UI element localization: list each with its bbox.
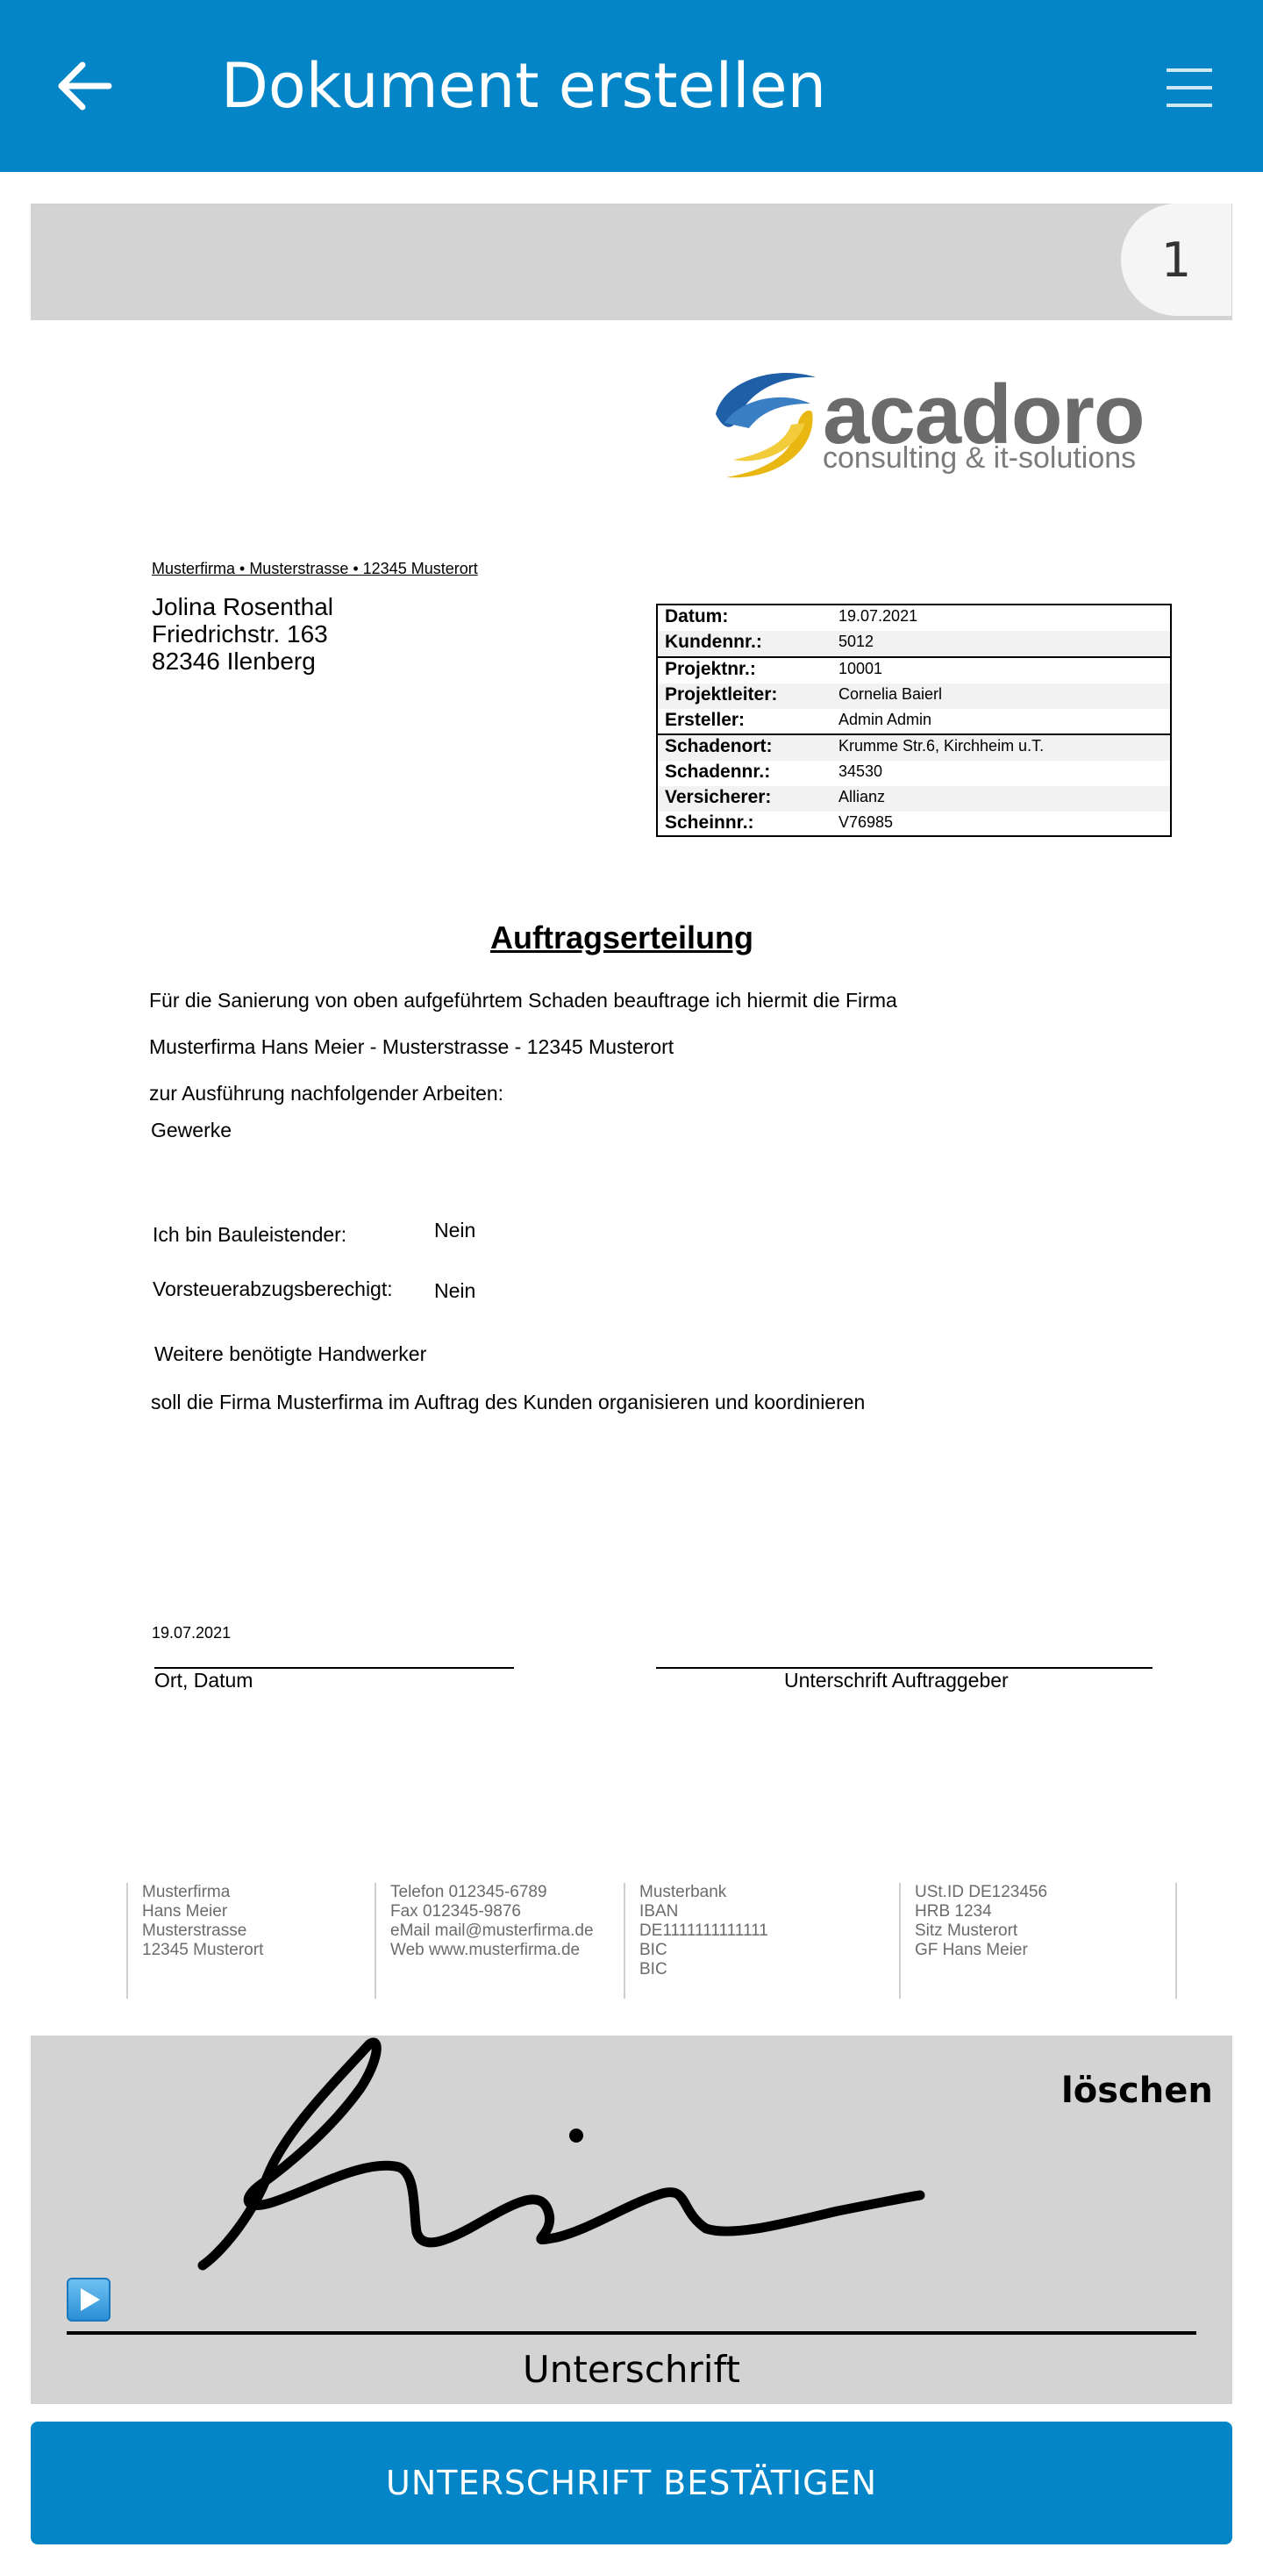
info-label: Schadenort: <box>665 736 773 756</box>
info-label: Versicherer: <box>665 787 772 807</box>
vorsteuer-label: Vorsteuerabzugsberechigt: <box>153 1277 393 1300</box>
info-row-kundennr: Kundennr.: 5012 <box>658 631 1170 656</box>
footer-text: Musterfirma <box>142 1883 231 1901</box>
back-button[interactable] <box>49 51 119 121</box>
recipient-street: Friedrichstr. 163 <box>152 620 328 648</box>
page-strip <box>31 204 1232 320</box>
arrow-left-icon <box>58 61 112 111</box>
ort-datum-caption: Ort, Datum <box>154 1669 253 1692</box>
footer-text: IBAN <box>639 1902 679 1921</box>
footer-text: HRB 1234 <box>915 1902 992 1921</box>
info-row-projektnr: Projektnr.: 10001 <box>658 658 1170 683</box>
sender-line: Musterfirma • Musterstrasse • 12345 Must… <box>152 560 478 577</box>
document-date: 19.07.2021 <box>152 1624 232 1642</box>
recipient-city: 82346 Ilenberg <box>152 648 316 675</box>
footer-company: Musterfirma Hans Meier Musterstrasse 123… <box>126 1883 361 1999</box>
footer-text: Hans Meier <box>142 1902 228 1921</box>
footer-text: Telefon 012345-6789 <box>390 1883 547 1901</box>
signature-baseline <box>67 2331 1196 2335</box>
page-number-badge[interactable]: 1 <box>1121 204 1231 316</box>
document-heading: Auftragserteilung <box>489 919 754 955</box>
info-label: Projektnr.: <box>665 659 756 679</box>
footer-text: 12345 Musterort <box>142 1941 264 1959</box>
bauleistender-value: Nein <box>434 1219 476 1241</box>
signature-caption: Unterschrift <box>523 2348 740 2391</box>
footer-text: GF Hans Meier <box>915 1941 1028 1959</box>
page-title: Dokument erstellen <box>221 50 826 122</box>
info-value: Admin Admin <box>838 711 932 728</box>
footer-text: Musterbank <box>639 1883 727 1901</box>
footer-text: Web www.musterfirma.de <box>390 1941 581 1959</box>
footer-bank: Musterbank IBAN DE1111111111111 BIC BIC <box>624 1883 881 1999</box>
info-value: 5012 <box>838 633 874 650</box>
info-table: Datum: 19.07.2021 Kundennr.: 5012 Projek… <box>656 604 1172 837</box>
organisieren-line: soll die Firma Musterfirma im Auftrag de… <box>151 1391 866 1413</box>
gewerke-label: Gewerke <box>151 1119 232 1141</box>
footer-text: eMail mail@musterfirma.de <box>390 1921 594 1940</box>
info-value: Allianz <box>838 788 886 805</box>
info-value: Krumme Str.6, Kirchheim u.T. <box>838 737 1045 755</box>
info-value: 10001 <box>838 660 883 677</box>
info-label: Ersteller: <box>665 710 746 730</box>
info-row-schadenort: Schadenort: Krumme Str.6, Kirchheim u.T. <box>658 735 1170 761</box>
logo-tagline: consulting & it-solutions <box>823 441 1137 475</box>
vorsteuer-value: Nein <box>434 1279 476 1302</box>
footer-text: USt.ID DE123456 <box>915 1883 1048 1901</box>
info-row-projektleiter: Projektleiter: Cornelia Baierl <box>658 683 1170 709</box>
body-line-1: Für die Sanierung von oben aufgeführtem … <box>149 989 897 1012</box>
bauleistender-label: Ich bin Bauleistender: <box>153 1223 347 1246</box>
footer-divider <box>1175 1883 1177 1999</box>
info-value: 19.07.2021 <box>838 607 918 625</box>
play-icon[interactable] <box>67 2278 111 2322</box>
footer-text: Fax 012345-9876 <box>390 1902 521 1921</box>
unterschrift-auftraggeber-caption: Unterschrift Auftraggeber <box>784 1669 1009 1692</box>
footer-text: BIC <box>639 1941 667 1959</box>
info-value: V76985 <box>838 813 894 831</box>
info-value: 34530 <box>838 762 883 780</box>
menu-button[interactable] <box>1154 56 1224 119</box>
hamburger-menu-icon <box>1167 68 1212 107</box>
info-row-datum: Datum: 19.07.2021 <box>658 605 1170 631</box>
info-row-scheinnr: Scheinnr.: V76985 <box>658 812 1170 837</box>
info-label: Schadennr.: <box>665 762 771 782</box>
handwerker-label: Weitere benötigte Handwerker <box>154 1342 427 1365</box>
info-value: Cornelia Baierl <box>838 685 943 703</box>
play-triangle-icon <box>81 2288 100 2311</box>
info-row-versicherer: Versicherer: Allianz <box>658 786 1170 812</box>
body-line-3: zur Ausführung nachfolgender Arbeiten: <box>149 1082 504 1105</box>
info-row-ersteller: Ersteller: Admin Admin <box>658 709 1170 734</box>
info-label: Kundennr.: <box>665 632 762 652</box>
recipient-name: Jolina Rosenthal <box>152 593 334 620</box>
info-label: Projektleiter: <box>665 684 778 705</box>
info-label: Scheinnr.: <box>665 812 754 833</box>
confirm-signature-button[interactable]: UNTERSCHRIFT BESTÄTIGEN <box>31 2422 1232 2544</box>
info-row-schadennr: Schadennr.: 34530 <box>658 761 1170 786</box>
footer-text: BIC <box>639 1960 667 1979</box>
footer-registry: USt.ID DE123456 HRB 1234 Sitz Musterort … <box>899 1883 1160 1999</box>
footer-text: Musterstrasse <box>142 1921 247 1940</box>
info-label: Datum: <box>665 606 729 626</box>
body-line-2: Musterfirma Hans Meier - Musterstrasse -… <box>149 1035 674 1058</box>
footer-text: Sitz Musterort <box>915 1921 1018 1940</box>
footer-text: DE1111111111111 <box>639 1921 768 1940</box>
clear-signature-button[interactable]: löschen <box>1061 2071 1213 2111</box>
footer-contact: Telefon 012345-6789 Fax 012345-9876 eMai… <box>375 1883 618 1999</box>
